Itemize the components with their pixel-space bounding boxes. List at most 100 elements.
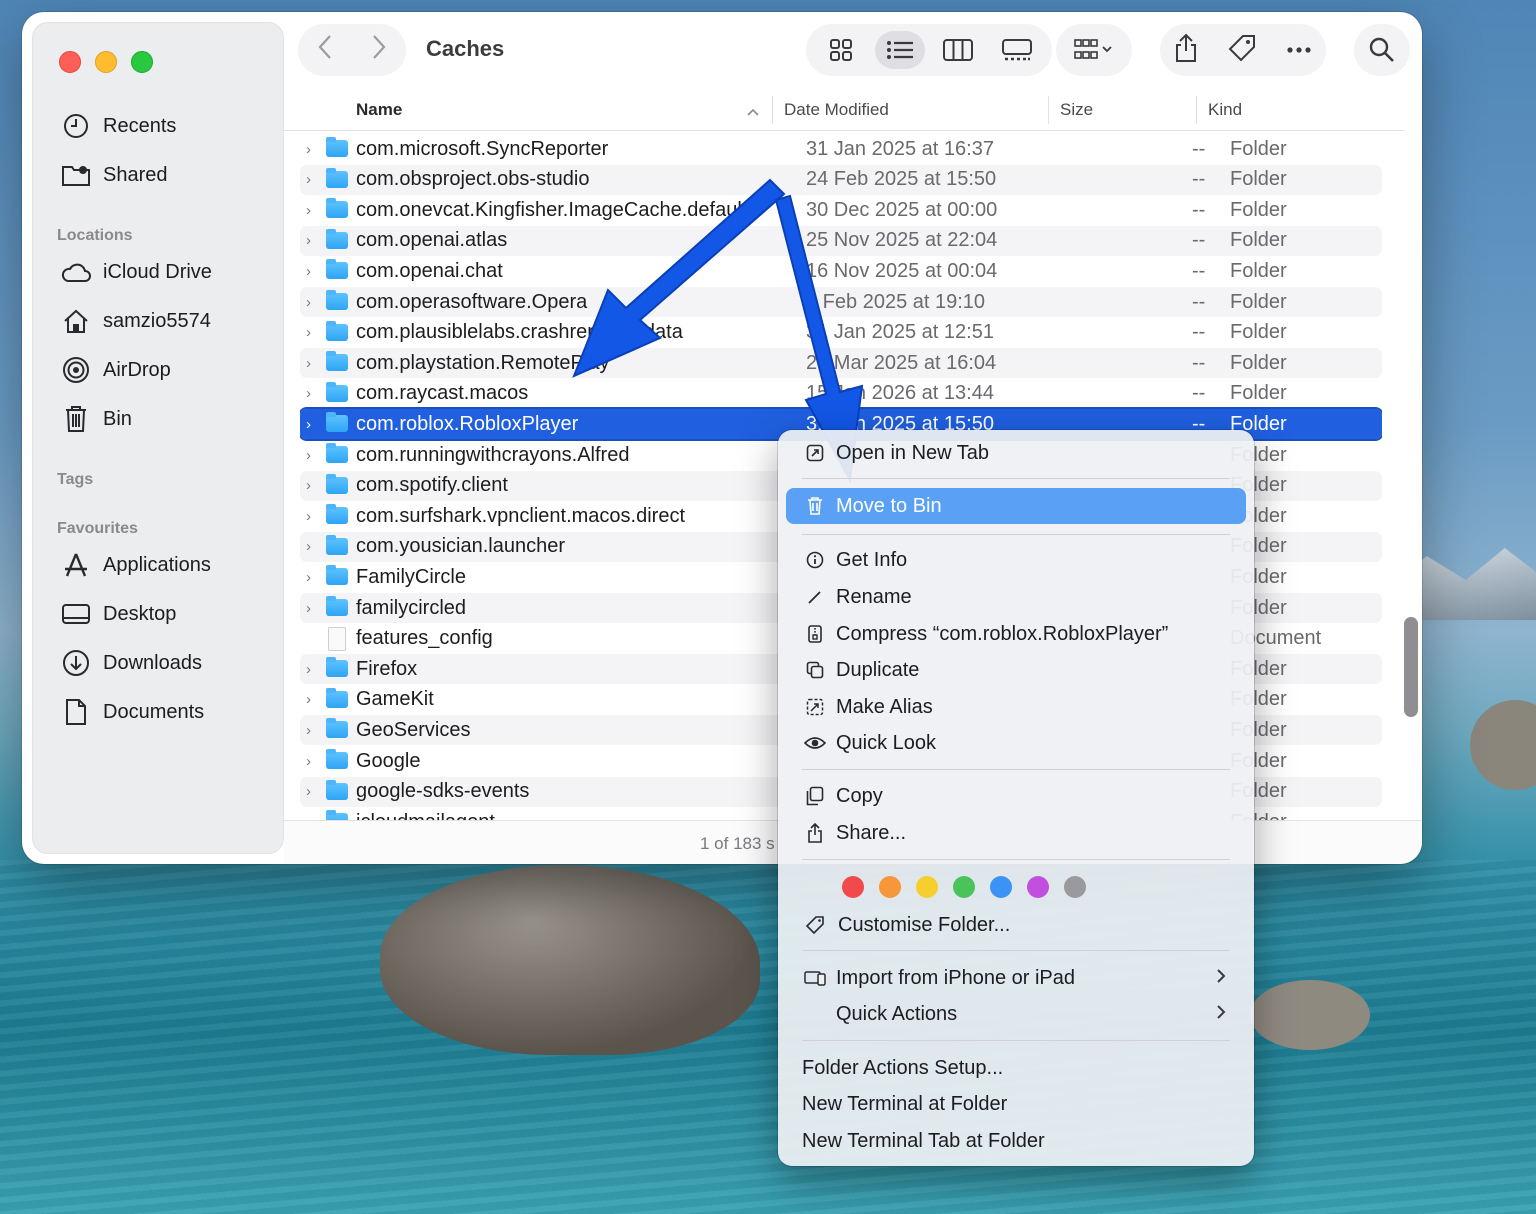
file-name: com.onevcat.Kingfisher.ImageCache.defaul… <box>356 199 747 222</box>
sidebar-item-airdrop[interactable]: AirDrop <box>61 352 171 388</box>
disclosure-chevron-icon[interactable]: › <box>306 538 320 555</box>
tag-color-dot[interactable] <box>953 876 975 898</box>
tag-color-dot[interactable] <box>1064 876 1086 898</box>
tag-button[interactable] <box>1227 33 1257 68</box>
table-row[interactable]: ›com.openai.atlas25 Nov 2025 at 22:04--F… <box>300 226 1382 256</box>
disclosure-chevron-icon[interactable]: › <box>306 263 320 280</box>
chevron-right-icon <box>371 34 387 60</box>
disclosure-chevron-icon[interactable]: › <box>306 324 320 341</box>
group-icon <box>1074 38 1114 62</box>
sidebar-item-downloads[interactable]: Downloads <box>61 645 202 681</box>
tag-color-dot[interactable] <box>990 876 1012 898</box>
column-divider[interactable] <box>1196 96 1197 124</box>
tag-color-dot[interactable] <box>1027 876 1049 898</box>
menu-item-folder-actions-setup[interactable]: Folder Actions Setup... <box>778 1051 1254 1085</box>
menu-item-label: Rename <box>836 586 912 609</box>
share-button[interactable] <box>1174 33 1198 68</box>
disclosure-chevron-icon[interactable]: › <box>306 385 320 402</box>
menu-item-new-terminal[interactable]: New Terminal at Folder <box>778 1087 1254 1121</box>
menu-item-quick-actions[interactable]: Quick Actions <box>778 997 1254 1031</box>
folder-icon <box>326 691 348 708</box>
sidebar-item-bin[interactable]: Bin <box>61 401 132 437</box>
menu-item-quick-look[interactable]: Quick Look <box>778 726 1254 760</box>
sidebar-item-home[interactable]: samzio5574 <box>61 303 211 339</box>
disclosure-chevron-icon[interactable]: › <box>306 783 320 800</box>
table-row[interactable]: ›com.playstation.RemotePlay28 Mar 2025 a… <box>300 348 1382 378</box>
disclosure-chevron-icon[interactable]: › <box>306 416 320 433</box>
zoom-button[interactable] <box>131 51 153 73</box>
table-row[interactable]: ›com.operasoftware.Opera8 Feb 2025 at 19… <box>300 287 1382 317</box>
menu-item-customise-folder[interactable]: Customise Folder... <box>778 908 1254 942</box>
table-row[interactable]: ›com.obsproject.obs-studio24 Feb 2025 at… <box>300 165 1382 195</box>
menu-item-duplicate[interactable]: Duplicate <box>778 653 1254 687</box>
column-divider[interactable] <box>772 96 773 124</box>
disclosure-chevron-icon[interactable]: › <box>306 294 320 311</box>
menu-item-make-alias[interactable]: Make Alias <box>778 690 1254 724</box>
disclosure-chevron-icon[interactable]: › <box>306 477 320 494</box>
disclosure-chevron-icon[interactable]: › <box>306 171 320 188</box>
disclosure-chevron-icon[interactable]: › <box>306 722 320 739</box>
column-header-date[interactable]: Date Modified <box>784 100 889 120</box>
column-divider[interactable] <box>1048 96 1049 124</box>
disclosure-chevron-icon[interactable]: › <box>306 691 320 708</box>
alias-icon <box>804 698 826 716</box>
table-row[interactable]: ›com.raycast.macos15 Jan 2026 at 13:44--… <box>300 379 1382 409</box>
vertical-scrollbar[interactable] <box>1404 617 1418 717</box>
column-view-button[interactable] <box>933 31 983 69</box>
close-button[interactable] <box>59 51 81 73</box>
forward-button[interactable] <box>371 34 387 67</box>
folder-icon <box>326 201 348 218</box>
table-row[interactable]: ›com.openai.chat16 Nov 2025 at 00:04--Fo… <box>300 256 1382 286</box>
menu-item-share[interactable]: Share... <box>778 816 1254 850</box>
folder-icon <box>326 599 348 616</box>
disclosure-chevron-icon[interactable]: › <box>306 141 320 158</box>
tag-color-dot[interactable] <box>916 876 938 898</box>
column-header-kind[interactable]: Kind <box>1208 100 1242 120</box>
tag-color-dot[interactable] <box>842 876 864 898</box>
sidebar-item-recents[interactable]: Recents <box>61 108 176 144</box>
list-view-button[interactable] <box>875 31 925 69</box>
folder-icon <box>326 385 348 402</box>
menu-item-move-to-bin[interactable]: Move to Bin <box>786 488 1246 524</box>
tag-color-dot[interactable] <box>879 876 901 898</box>
menu-item-rename[interactable]: Rename <box>778 580 1254 614</box>
sidebar-item-documents[interactable]: Documents <box>61 694 204 730</box>
sidebar-item-icloud-drive[interactable]: iCloud Drive <box>61 254 212 290</box>
menu-item-import-from-iphone[interactable]: Import from iPhone or iPad <box>778 961 1254 995</box>
disclosure-chevron-icon[interactable]: › <box>306 355 320 372</box>
window-title: Caches <box>426 36 504 62</box>
menu-item-compress[interactable]: Compress “com.roblox.RobloxPlayer” <box>778 617 1254 651</box>
chevron-right-icon <box>1216 967 1226 990</box>
sidebar-item-desktop[interactable]: Desktop <box>61 596 176 632</box>
sidebar-item-shared[interactable]: Shared <box>61 157 168 193</box>
back-button[interactable] <box>317 34 333 67</box>
disclosure-chevron-icon[interactable]: › <box>306 600 320 617</box>
devices-icon <box>804 970 826 986</box>
locations-heading: Locations <box>57 227 133 245</box>
menu-item-get-info[interactable]: Get Info <box>778 543 1254 577</box>
column-header-name[interactable]: Name <box>356 100 402 120</box>
more-button[interactable] <box>1286 41 1312 59</box>
gallery-view-button[interactable] <box>992 31 1042 69</box>
disclosure-chevron-icon[interactable]: › <box>306 569 320 586</box>
disclosure-chevron-icon[interactable]: › <box>306 661 320 678</box>
file-name: com.spotify.client <box>356 474 508 497</box>
table-row[interactable]: ›com.plausiblelabs.crashreporter.data31 … <box>300 318 1382 348</box>
file-kind: Folder <box>1230 382 1287 405</box>
disclosure-chevron-icon[interactable]: › <box>306 753 320 770</box>
sidebar-item-applications[interactable]: Applications <box>61 547 211 583</box>
column-header-size[interactable]: Size <box>1060 100 1093 120</box>
disclosure-chevron-icon[interactable]: › <box>306 232 320 249</box>
table-row[interactable]: › com.onevcat.Kingfisher.ImageCache.defau… <box>300 195 1382 225</box>
search-button[interactable] <box>1354 24 1410 76</box>
disclosure-chevron-icon[interactable]: › <box>306 508 320 525</box>
menu-item-new-terminal-tab[interactable]: New Terminal Tab at Folder <box>778 1124 1254 1158</box>
menu-item-copy[interactable]: Copy <box>778 779 1254 813</box>
icon-view-button[interactable] <box>816 31 866 69</box>
group-by-button[interactable] <box>1056 24 1132 76</box>
disclosure-chevron-icon[interactable]: › <box>306 202 320 219</box>
table-row[interactable]: ›com.microsoft.SyncReporter31 Jan 2025 a… <box>300 134 1382 164</box>
menu-item-open-in-new-tab[interactable]: Open in New Tab <box>778 436 1254 470</box>
disclosure-chevron-icon[interactable]: › <box>306 447 320 464</box>
minimize-button[interactable] <box>95 51 117 73</box>
